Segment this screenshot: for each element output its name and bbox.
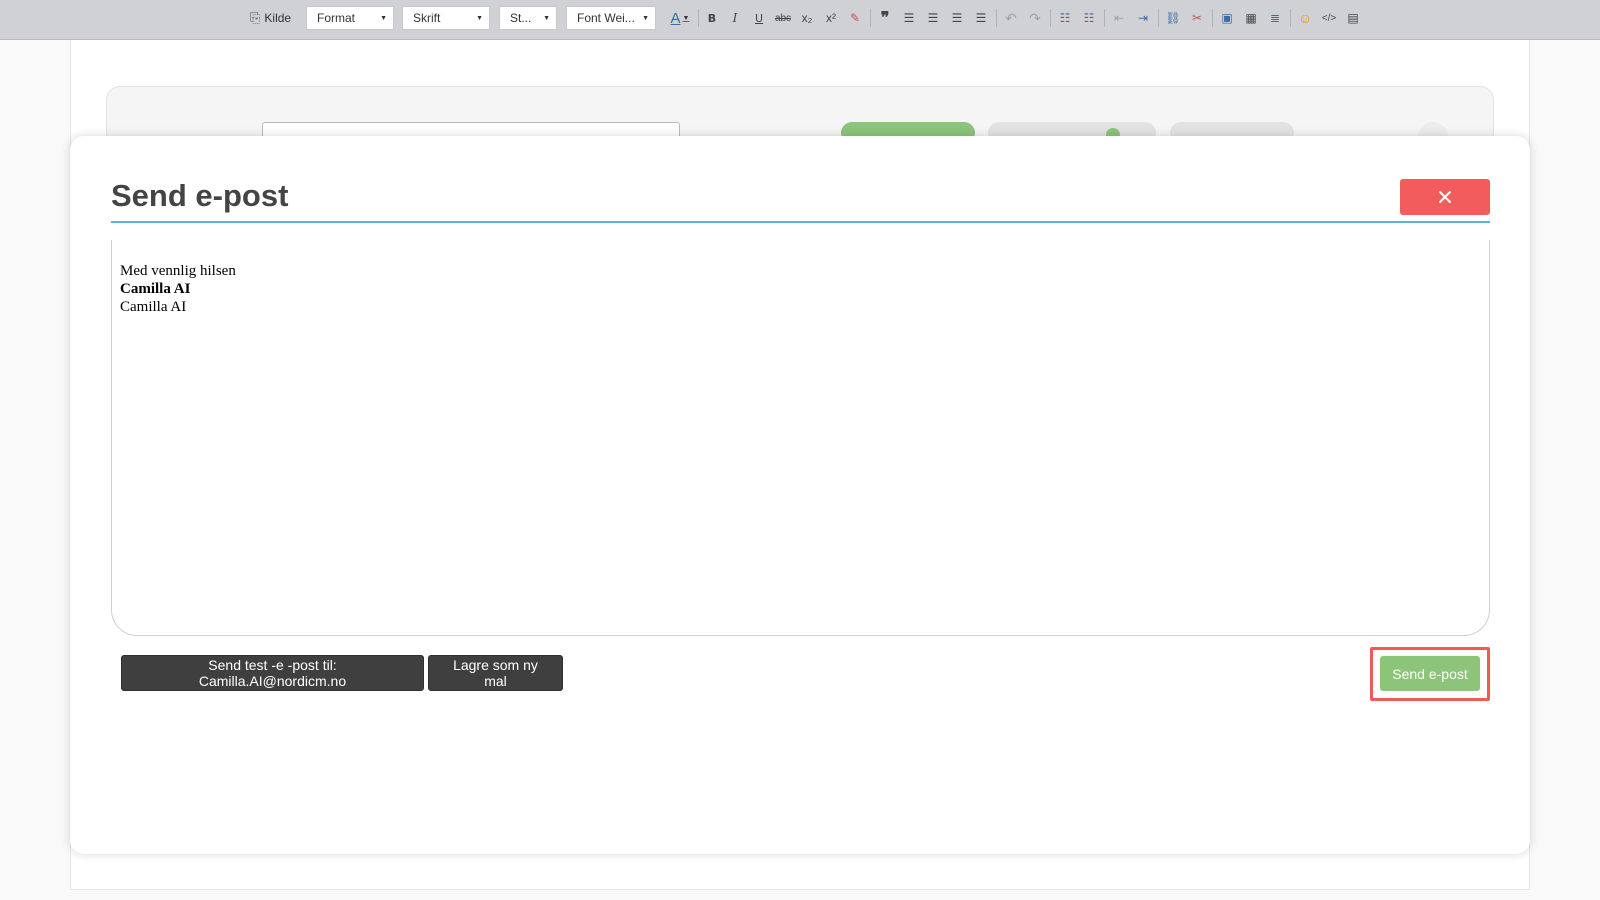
align-center-icon: ☰ (927, 11, 939, 25)
chevron-down-icon: ▼ (380, 14, 387, 22)
table-icon: ▦ (1245, 11, 1257, 25)
font-weight-dropdown-label: Font Wei... (577, 11, 635, 25)
toolbar-divider (1050, 9, 1051, 27)
save-as-template-button[interactable]: Lagre som ny mal (428, 655, 563, 691)
toolbar-divider (1158, 9, 1159, 27)
justify-icon: ☰ (975, 11, 987, 25)
redo-button[interactable]: ↷ (1024, 6, 1046, 30)
italic-icon: I (732, 11, 738, 25)
bullet-list-icon: ☷ (1083, 11, 1095, 25)
font-weight-dropdown[interactable]: Font Wei... ▼ (566, 6, 656, 30)
indent-icon: ⇥ (1137, 11, 1149, 25)
superscript-button[interactable]: x² (820, 6, 842, 30)
strikethrough-icon: abc (774, 12, 792, 24)
source-button[interactable]: ⎘ Kilde (250, 6, 302, 30)
toolbar-divider (870, 9, 871, 27)
bullet-list-button[interactable]: ☷ (1078, 6, 1100, 30)
toolbar-divider (698, 9, 699, 27)
format-dropdown[interactable]: Format ▼ (306, 6, 394, 30)
undo-icon: ↶ (1005, 9, 1017, 26)
email-body-editor[interactable]: Med vennlig hilsen Camilla AI Camilla AI (111, 240, 1490, 636)
font-dropdown[interactable]: Skrift ▼ (402, 6, 490, 30)
outdent-icon: ⇤ (1113, 11, 1125, 25)
superscript-icon: x² (826, 11, 836, 25)
special-char-icon: ▤ (1347, 11, 1359, 25)
bold-button[interactable]: B (701, 6, 723, 30)
horizontal-rule-icon: ≣ (1269, 11, 1281, 25)
signature-greeting: Med vennlig hilsen (120, 263, 236, 279)
toolbar-divider (996, 9, 997, 27)
align-left-icon: ☰ (903, 11, 915, 25)
format-dropdown-label: Format (317, 11, 356, 25)
align-center-button[interactable]: ☰ (922, 6, 944, 30)
text-color-button[interactable]: A ▼ (666, 6, 694, 30)
italic-button[interactable]: I (724, 6, 746, 30)
align-left-button[interactable]: ☰ (898, 6, 920, 30)
chevron-down-icon: ▼ (476, 14, 483, 22)
undo-button[interactable]: ↶ (1000, 6, 1022, 30)
close-button[interactable] (1400, 179, 1490, 215)
underline-button[interactable]: U (748, 6, 770, 30)
table-button[interactable]: ▦ (1240, 6, 1262, 30)
unlink-icon: ✂ (1191, 11, 1203, 25)
code-icon: </> (1321, 12, 1337, 24)
send-email-modal: Send e-post Med vennlig hilsen Camilla A… (70, 136, 1530, 854)
indent-button[interactable]: ⇥ (1132, 6, 1154, 30)
remove-format-icon: ✎ (849, 11, 861, 25)
toolbar-divider (1290, 9, 1291, 27)
justify-button[interactable]: ☰ (970, 6, 992, 30)
signature-name: Camilla AI (120, 281, 191, 297)
close-icon (1439, 191, 1451, 203)
blockquote-icon: ❞ (880, 10, 890, 27)
size-dropdown[interactable]: St... ▼ (499, 6, 557, 30)
font-dropdown-label: Skrift (413, 11, 441, 25)
emoji-icon: ☺ (1297, 10, 1313, 26)
modal-title: Send e-post (111, 178, 289, 213)
image-button[interactable]: ▣ (1216, 6, 1238, 30)
title-divider (111, 221, 1490, 223)
subscript-icon: x₂ (801, 11, 813, 25)
unlink-button[interactable]: ✂ (1186, 6, 1208, 30)
link-button[interactable]: ⛓ (1162, 6, 1184, 30)
special-char-button[interactable]: ▤ (1342, 6, 1364, 30)
code-button[interactable]: </> (1318, 6, 1340, 30)
editor-toolbar: ⎘ Kilde Format ▼ Skrift ▼ St... ▼ Font W… (0, 0, 1600, 40)
horizontal-rule-button[interactable]: ≣ (1264, 6, 1286, 30)
strikethrough-button[interactable]: abc (772, 6, 794, 30)
outdent-button[interactable]: ⇤ (1108, 6, 1130, 30)
subscript-button[interactable]: x₂ (796, 6, 818, 30)
align-right-icon: ☰ (951, 11, 963, 25)
numbered-list-icon: ☷ (1059, 11, 1071, 25)
source-icon: ⎘ (250, 10, 261, 25)
emoji-button[interactable]: ☺ (1294, 6, 1316, 30)
toolbar-divider (1212, 9, 1213, 27)
chevron-down-icon: ▼ (642, 14, 649, 22)
send-email-button[interactable]: Send e-post (1380, 656, 1480, 691)
link-icon: ⛓ (1165, 11, 1181, 25)
size-dropdown-label: St... (510, 11, 532, 25)
redo-icon: ↷ (1029, 9, 1041, 26)
source-label: Kilde (264, 11, 292, 25)
blockquote-button[interactable]: ❞ (874, 6, 896, 30)
remove-format-button[interactable]: ✎ (844, 6, 866, 30)
align-right-button[interactable]: ☰ (946, 6, 968, 30)
image-icon: ▣ (1221, 11, 1233, 25)
toolbar-divider (1104, 9, 1105, 27)
underline-icon: U (754, 11, 764, 25)
numbered-list-button[interactable]: ☷ (1054, 6, 1076, 30)
text-color-icon: A (670, 9, 681, 27)
send-test-email-button[interactable]: Send test -e -post til: Camilla.AI@nordi… (121, 655, 424, 691)
bold-icon: B (707, 11, 717, 25)
chevron-down-icon: ▼ (543, 14, 550, 22)
signature-title: Camilla AI (120, 299, 187, 315)
